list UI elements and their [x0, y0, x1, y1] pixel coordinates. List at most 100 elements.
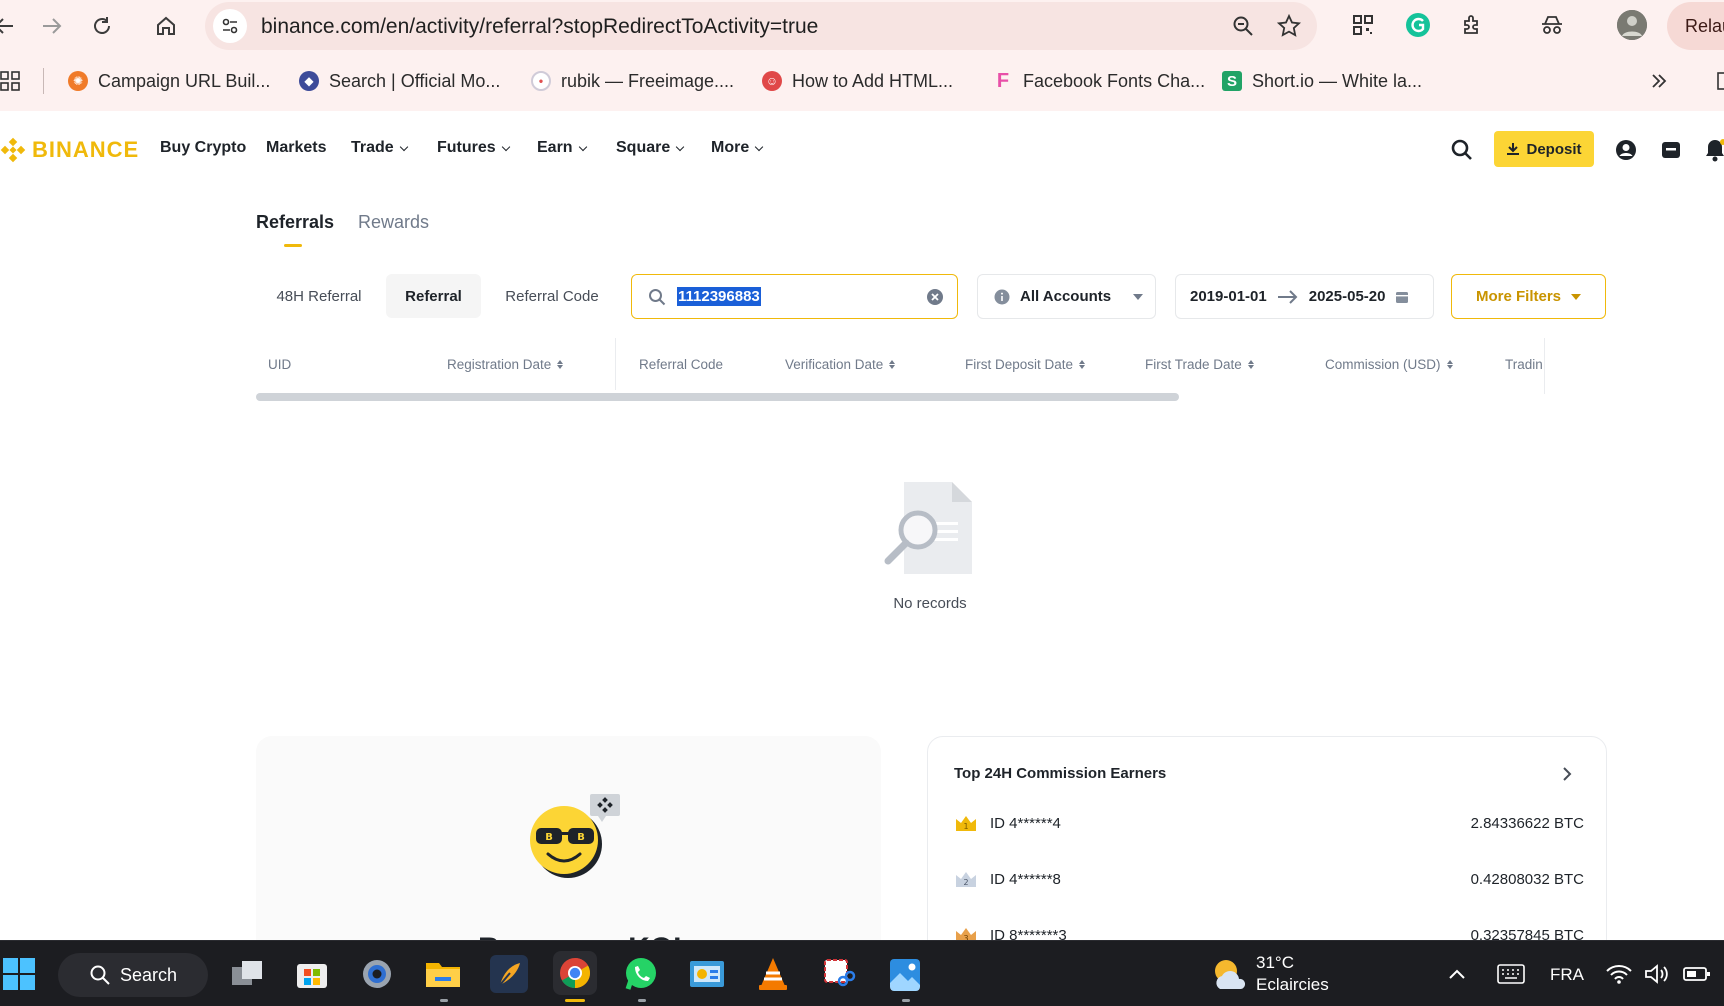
zoom-icon[interactable] [1229, 12, 1257, 40]
chevron-down-icon [578, 142, 587, 151]
horizontal-scrollbar[interactable] [256, 393, 1179, 401]
running-indicator [440, 999, 448, 1002]
earner-row: 1 ID 4******4 2.84336622 BTC [954, 813, 1584, 837]
nav-trade[interactable]: Trade [351, 139, 408, 157]
settings-gear-icon[interactable] [358, 955, 396, 993]
chrome-icon[interactable] [553, 951, 597, 995]
sort-icon [557, 360, 564, 369]
address-bar[interactable]: binance.com/en/activity/referral?stopRed… [205, 2, 1317, 50]
bookmark-item[interactable]: • rubik — Freeimage.... [531, 68, 734, 94]
relaunch-button[interactable]: Relau [1667, 2, 1724, 50]
column-label: Referral Code [639, 357, 724, 372]
site-info-icon[interactable] [213, 9, 247, 43]
svg-text:B: B [545, 832, 553, 843]
column-label: Tradin [1505, 357, 1543, 372]
windows-start-icon[interactable] [0, 955, 38, 993]
subtab-referral-code[interactable]: Referral Code [489, 274, 615, 318]
bookmark-label: Search | Official Mo... [329, 70, 501, 91]
grammarly-icon[interactable] [1403, 10, 1433, 40]
caret-down-icon [1133, 293, 1144, 300]
uid-search-input[interactable]: 1112396883 [631, 274, 958, 319]
input-language[interactable]: FRA [1550, 965, 1584, 985]
chevron-right-icon[interactable] [1562, 767, 1572, 781]
date-from[interactable]: 2019-01-01 [1190, 288, 1267, 305]
partly-sunny-icon [1215, 960, 1246, 989]
file-explorer-icon[interactable] [424, 955, 462, 993]
subtab-referral[interactable]: Referral [386, 274, 481, 318]
binance-logo[interactable]: BINANCE [0, 137, 139, 163]
nav-earn[interactable]: Earn [537, 139, 587, 157]
reload-icon[interactable] [84, 8, 120, 44]
date-range-picker[interactable]: 2019-01-01 2025-05-20 [1175, 274, 1434, 319]
column-header-registration-date[interactable]: Registration Date [447, 357, 564, 372]
earner-amount: 2.84336622 BTC [1470, 815, 1584, 832]
control-panel-icon[interactable] [688, 955, 726, 993]
account-icon[interactable] [1613, 137, 1639, 163]
forward-icon[interactable] [34, 8, 70, 44]
vlc-icon[interactable] [754, 955, 792, 993]
deposit-button[interactable]: Deposit [1494, 131, 1594, 167]
earner-id: ID 4******4 [990, 815, 1061, 832]
wallet-icon[interactable] [1658, 137, 1684, 163]
incognito-icon[interactable] [1537, 10, 1567, 40]
nav-futures[interactable]: Futures [437, 139, 510, 157]
column-label: Verification Date [785, 357, 884, 372]
column-header-first-deposit-date[interactable]: First Deposit Date [965, 357, 1086, 372]
bookmark-star-icon[interactable] [1275, 12, 1303, 40]
more-bookmarks-icon[interactable] [1650, 68, 1668, 94]
nav-buy-crypto[interactable]: Buy Crypto [160, 139, 246, 157]
bookmark-item[interactable]: S Short.io — White la... [1222, 68, 1422, 94]
calendar-icon [1396, 291, 1409, 303]
task-view-icon[interactable] [228, 955, 266, 993]
profile-avatar[interactable] [1617, 10, 1647, 40]
search-icon[interactable] [1449, 137, 1475, 163]
home-icon[interactable] [148, 8, 184, 44]
qr-code-icon[interactable] [1348, 10, 1378, 40]
column-header-verification-date[interactable]: Verification Date [785, 357, 896, 372]
chevron-up-icon[interactable] [1444, 955, 1470, 993]
snipping-tool-icon[interactable] [820, 955, 858, 993]
tab-rewards[interactable]: Rewards [358, 212, 429, 233]
more-filters-button[interactable]: More Filters [1451, 274, 1606, 319]
whatsapp-icon[interactable] [622, 955, 660, 993]
keyboard-icon[interactable] [1492, 955, 1530, 993]
battery-icon[interactable] [1682, 955, 1712, 993]
column-header-uid: UID [268, 357, 291, 372]
all-bookmarks-icon[interactable] [1716, 68, 1724, 94]
deposit-label: Deposit [1526, 140, 1582, 158]
sort-icon [1446, 360, 1453, 369]
back-icon[interactable] [0, 8, 22, 44]
accounts-select[interactable]: All Accounts [977, 274, 1156, 319]
extensions-icon[interactable] [1458, 10, 1488, 40]
url-text[interactable]: binance.com/en/activity/referral?stopRed… [261, 15, 818, 39]
weather-temperature: 31°C [1256, 953, 1294, 972]
volume-icon[interactable] [1642, 955, 1672, 993]
freeimage-icon: • [531, 71, 551, 91]
wifi-icon[interactable] [1604, 955, 1634, 993]
taskbar-search-label: Search [120, 964, 178, 985]
nav-more[interactable]: More [711, 139, 764, 157]
bookmark-item[interactable]: F Facebook Fonts Cha... [993, 68, 1205, 94]
bookmark-item[interactable]: ✺ Campaign URL Buil... [68, 68, 270, 94]
subtab-48h-referral[interactable]: 48H Referral [256, 274, 382, 318]
nav-label: Square [616, 139, 671, 156]
column-header-first-trade-date[interactable]: First Trade Date [1145, 357, 1254, 372]
browser-chrome: binance.com/en/activity/referral?stopRed… [0, 0, 1724, 111]
bookmark-item[interactable]: ◆ Search | Official Mo... [299, 68, 500, 94]
search-value[interactable]: 1112396883 [677, 287, 761, 306]
column-header-commission[interactable]: Commission (USD) [1325, 357, 1453, 372]
running-indicator [902, 999, 910, 1002]
nav-markets[interactable]: Markets [266, 139, 326, 157]
notification-bell-icon[interactable] [1702, 137, 1724, 163]
microsoft-store-icon[interactable] [293, 955, 331, 993]
apps-grid-icon[interactable] [0, 68, 20, 94]
bookmark-item[interactable]: ☺ How to Add HTML... [762, 68, 953, 94]
feather-app-icon[interactable] [490, 955, 528, 993]
taskbar-search[interactable]: Search [58, 953, 208, 997]
clear-icon[interactable] [926, 288, 944, 306]
photos-icon[interactable] [886, 955, 924, 993]
tab-referrals[interactable]: Referrals [256, 212, 334, 233]
nav-square[interactable]: Square [616, 139, 685, 157]
bookmark-label: Short.io — White la... [1252, 70, 1423, 91]
date-to[interactable]: 2025-05-20 [1309, 288, 1386, 305]
